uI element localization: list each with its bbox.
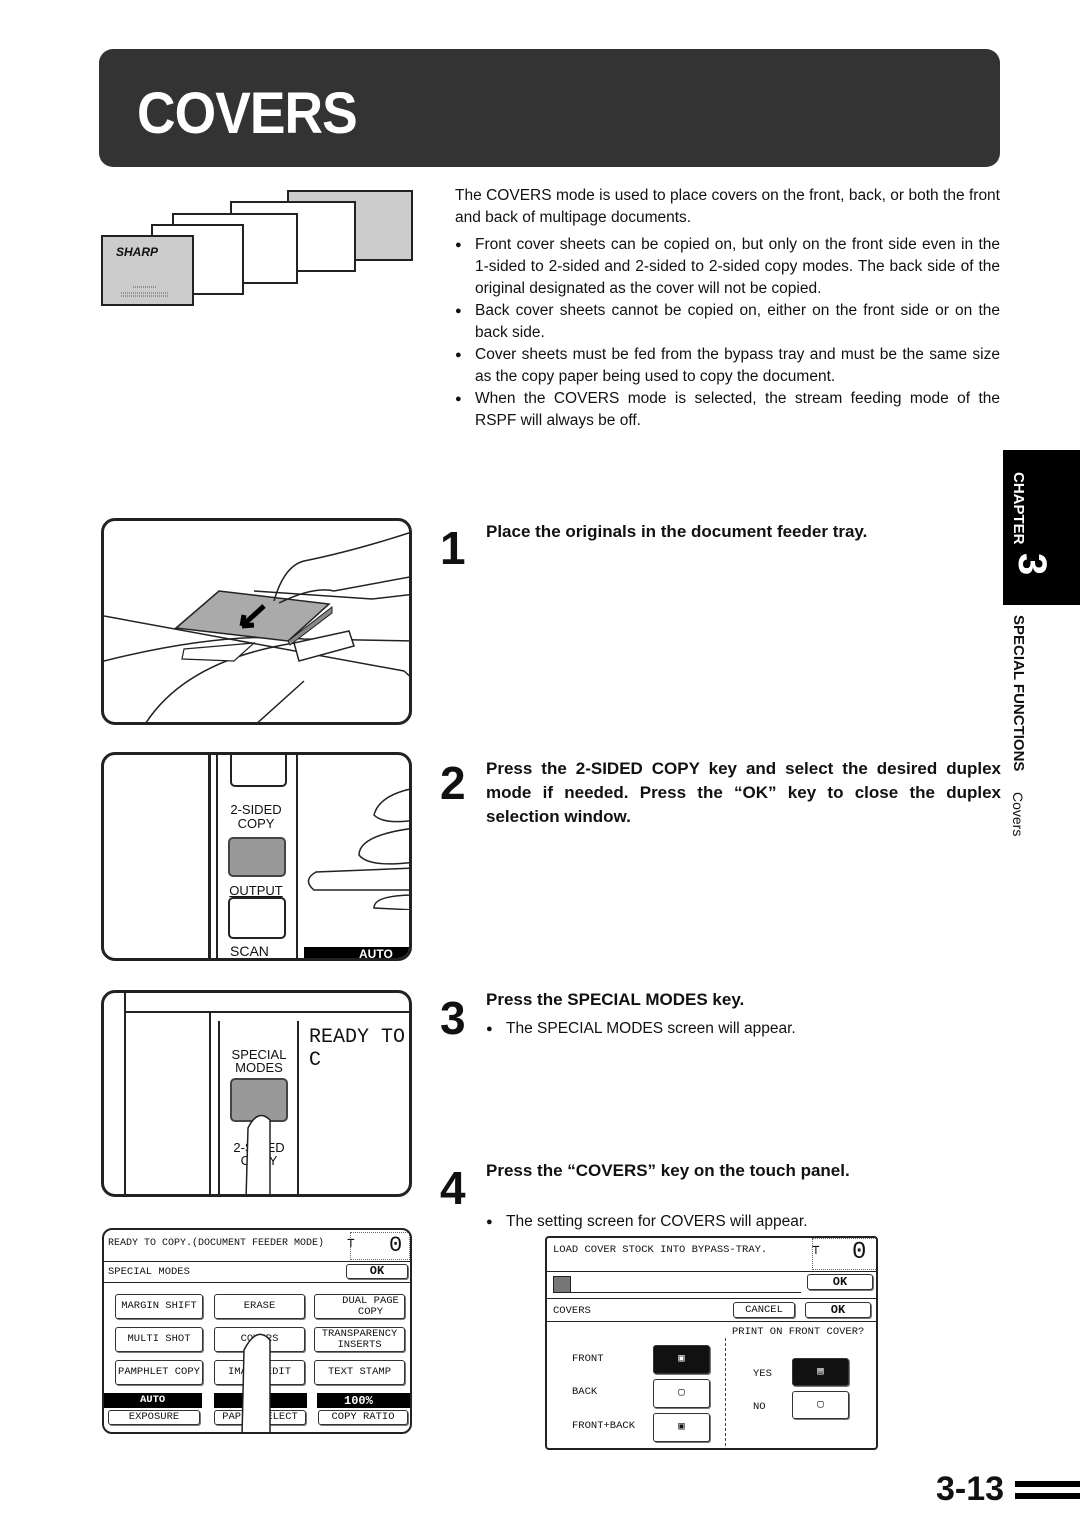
chapter-label: CHAPTER (1010, 472, 1027, 545)
step3-illustration: READY TO C SPECIAL MODES 2-SIDED COPY (101, 990, 412, 1197)
chapter-number: 3 (1010, 553, 1054, 576)
section-label: SPECIAL FUNCTIONS (1010, 615, 1027, 772)
front-cover-icon: ▣ (678, 1353, 685, 1365)
front-option-button[interactable]: ▣ (653, 1345, 710, 1374)
step-note: The SPECIAL MODES screen will appear. (486, 1018, 1001, 1040)
step-number: 3 (440, 992, 466, 1044)
copy-count: 0 (852, 1239, 867, 1266)
margin-shift-button[interactable]: MARGIN SHIFT (115, 1294, 203, 1319)
exposure-value: AUTO (140, 1394, 166, 1406)
back-option-button[interactable]: ▢ (653, 1379, 710, 1408)
page-number: 3-13 (936, 1470, 1005, 1508)
front-back-label: FRONT+BACK (572, 1420, 636, 1432)
step-title: Press the SPECIAL MODES key. (486, 990, 745, 1009)
key-label-scan: SCAN (230, 943, 269, 959)
pamphlet-copy-button[interactable]: PAMPHLET COPY (115, 1360, 203, 1385)
document-feeder-drawing (104, 532, 409, 722)
lcd-fragment: AUTO (304, 947, 409, 958)
section-subtitle: Covers (1010, 792, 1026, 837)
screen-title: SPECIAL MODES (108, 1266, 190, 1278)
copy-ratio-value: 100% (344, 1394, 373, 1408)
dual-page-copy-button[interactable]: DUAL PAGE COPY (314, 1294, 405, 1319)
step-number: 4 (440, 1162, 466, 1214)
back-cover-icon: ▢ (678, 1387, 685, 1399)
intro-bullet: Back cover sheets cannot be copied on, e… (455, 300, 1000, 344)
front-label: FRONT (572, 1353, 604, 1365)
hand-icon (307, 788, 409, 910)
step-number: 1 (440, 522, 466, 574)
exposure-button[interactable]: EXPOSURE (108, 1410, 200, 1425)
intro-bullet: When the COVERS mode is selected, the st… (455, 388, 1000, 432)
yes-button[interactable]: ▤ (792, 1358, 849, 1386)
ok-button[interactable]: OK (346, 1264, 408, 1279)
cancel-button[interactable]: CANCEL (733, 1302, 795, 1318)
step2-illustration: 2-SIDED COPY OUTPUT SCAN AUTO (101, 752, 412, 961)
step-note: The setting screen for COVERS will appea… (486, 1211, 1001, 1233)
paper-tray-icon: ⊤ (347, 1236, 355, 1251)
divider (725, 1338, 726, 1446)
back-label: BACK (572, 1386, 598, 1398)
status-message: READY TO COPY.(DOCUMENT FEEDER MODE) (108, 1238, 325, 1249)
front-back-option-button[interactable]: ▣ (653, 1413, 710, 1442)
hand-icon (273, 532, 409, 602)
ok-button[interactable]: OK (805, 1302, 871, 1318)
copy-ratio-button[interactable]: COPY RATIO (318, 1410, 408, 1425)
page-rule (1015, 1481, 1080, 1487)
blank-front-icon: ▢ (817, 1398, 824, 1411)
covers-mode-icon (553, 1276, 571, 1293)
yes-label: YES (753, 1368, 772, 1380)
no-label: NO (753, 1401, 766, 1413)
screen-title: COVERS (553, 1305, 591, 1317)
intro-bullet: Front cover sheets can be copied on, but… (455, 234, 1000, 300)
finger-icon (245, 1114, 271, 1194)
lcd-fragment: READY TO C (309, 1026, 406, 1072)
status-message: LOAD COVER STOCK INTO BYPASS-TRAY. (553, 1244, 768, 1256)
finger-icon (241, 1333, 271, 1432)
intro-text: The COVERS mode is used to place covers … (455, 185, 1000, 432)
transparency-inserts-button[interactable]: TRANSPARENCY INSERTS (314, 1327, 405, 1352)
key-label-special-modes: SPECIAL MODES (231, 1047, 287, 1075)
step-title: Press the “COVERS” key on the touch pane… (486, 1161, 850, 1180)
intro-bullet: Cover sheets must be fed from the bypass… (455, 344, 1000, 388)
paper-tray-icon: ⊤ (812, 1243, 820, 1258)
text-stamp-button[interactable]: TEXT STAMP (314, 1360, 405, 1385)
copy-count: 0 (389, 1233, 403, 1258)
no-button[interactable]: ▢ (792, 1391, 849, 1419)
intro-paragraph: The COVERS mode is used to place covers … (455, 187, 1000, 226)
step-number: 2 (440, 757, 466, 809)
step-title: Press the 2-SIDED COPY key and select th… (486, 759, 1001, 826)
print-front-question: PRINT ON FRONT COVER? (732, 1326, 865, 1338)
page-rule (1015, 1493, 1080, 1499)
front-back-cover-icon: ▣ (678, 1421, 685, 1433)
sharp-logo: SHARP (116, 245, 159, 259)
erase-button[interactable]: ERASE (214, 1294, 305, 1319)
special-modes-screen: READY TO COPY.(DOCUMENT FEEDER MODE) ⊤ 0… (102, 1228, 412, 1434)
step1-illustration (101, 518, 412, 725)
page-title: COVERS (137, 81, 358, 146)
print-front-icon: ▤ (817, 1365, 824, 1378)
ok-button-top[interactable]: OK (807, 1274, 873, 1290)
covers-screen: LOAD COVER STOCK INTO BYPASS-TRAY. ⊤ 0 O… (545, 1236, 878, 1450)
multi-shot-button[interactable]: MULTI SHOT (115, 1327, 203, 1352)
step-title: Place the originals in the document feed… (486, 522, 868, 541)
